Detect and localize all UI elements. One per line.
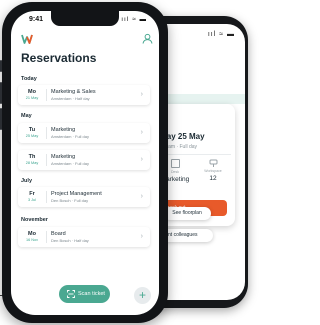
- section-header-may: May: [21, 113, 32, 119]
- reservation-title: Marketing: [51, 153, 76, 160]
- reservation-day: Th: [28, 154, 36, 160]
- reservation-day: Mo: [28, 231, 36, 237]
- reservation-divider: [46, 89, 47, 101]
- app-logo-icon: [21, 34, 33, 44]
- desk-icon: [170, 159, 180, 168]
- reservation-day: Mo: [28, 89, 36, 95]
- reservation-divider: [46, 154, 47, 166]
- reservation-item[interactable]: Th 28 May Marketing Amsterdam · Full day…: [18, 150, 150, 170]
- reservation-title: Board: [51, 230, 66, 237]
- workspace-icon: [209, 159, 217, 167]
- scan-ticket-button[interactable]: Scan ticket: [59, 285, 110, 303]
- reservation-divider: [46, 191, 47, 203]
- page-title: Reservations: [21, 51, 97, 65]
- section-header-july: July: [21, 178, 33, 184]
- reservation-location: Amsterdam · Full day: [51, 161, 90, 166]
- reservation-title: Marketing & Sales: [51, 88, 96, 95]
- reservation-date: 3 Jul: [27, 198, 37, 202]
- volume-down-button: [0, 108, 2, 130]
- reservation-day: Tu: [28, 127, 36, 133]
- chevron-right-icon: ›: [140, 156, 143, 163]
- reservation-date: 28 May: [25, 161, 39, 165]
- reservation-title: Marketing: [51, 126, 76, 133]
- reservation-location: Amsterdam · Full day: [51, 134, 90, 139]
- chevron-right-icon: ›: [140, 233, 143, 240]
- reservation-date: 16 Nov: [25, 238, 39, 242]
- reservation-day: Fr: [29, 191, 35, 197]
- reservation-item[interactable]: Mo 16 Nov Board Den Bosch · Half day ›: [18, 227, 150, 247]
- reservation-item[interactable]: Tu 25 May Marketing Amsterdam · Full day…: [18, 123, 150, 143]
- reservation-location: Den Bosch · Full day: [51, 198, 89, 203]
- phone-notch: [51, 11, 119, 26]
- reservation-item[interactable]: Fr 3 Jul Project Management Den Bosch · …: [18, 187, 150, 207]
- status-time: 9:41: [29, 16, 44, 23]
- mute-switch: [0, 60, 2, 72]
- reservation-title: Project Management: [51, 190, 102, 197]
- front-phone-frame: 9:41 ııl ≈ ▬ Reservations Today Mo 21 Ma…: [0, 2, 168, 323]
- chevron-right-icon: ›: [140, 129, 143, 136]
- workspace-caption: Workspace: [204, 169, 222, 173]
- front-phone-screen: 9:41 ııl ≈ ▬ Reservations Today Mo 21 Ma…: [11, 11, 159, 315]
- reservation-divider: [46, 231, 47, 243]
- workspace-value: 12: [209, 175, 217, 182]
- chevron-right-icon: ›: [140, 91, 143, 98]
- reservation-item[interactable]: Mo 21 May Marketing & Sales Amsterdam · …: [18, 85, 150, 105]
- scan-icon: [67, 290, 75, 298]
- reservation-location: Amsterdam · Half day: [51, 96, 90, 101]
- reservation-divider: [46, 127, 47, 139]
- user-profile-icon[interactable]: [142, 33, 153, 44]
- add-reservation-button[interactable]: +: [134, 287, 151, 304]
- scan-ticket-label: Scan ticket: [78, 291, 105, 297]
- volume-up-button: [0, 82, 2, 104]
- status-icons: ııl ≈ ▬: [121, 16, 147, 23]
- see-floorplan-button[interactable]: See floorplan: [163, 207, 211, 220]
- back-status-icons: ııl ≈ ▬: [207, 31, 235, 38]
- chevron-right-icon: ›: [140, 193, 143, 200]
- reservation-date: 21 May: [25, 96, 39, 100]
- section-header-today: Today: [21, 76, 37, 82]
- reservation-location: Den Bosch · Half day: [51, 238, 89, 243]
- detail-workspace: Workspace 12: [195, 159, 231, 182]
- section-header-november: November: [21, 217, 48, 223]
- reservation-date: 25 May: [25, 134, 39, 138]
